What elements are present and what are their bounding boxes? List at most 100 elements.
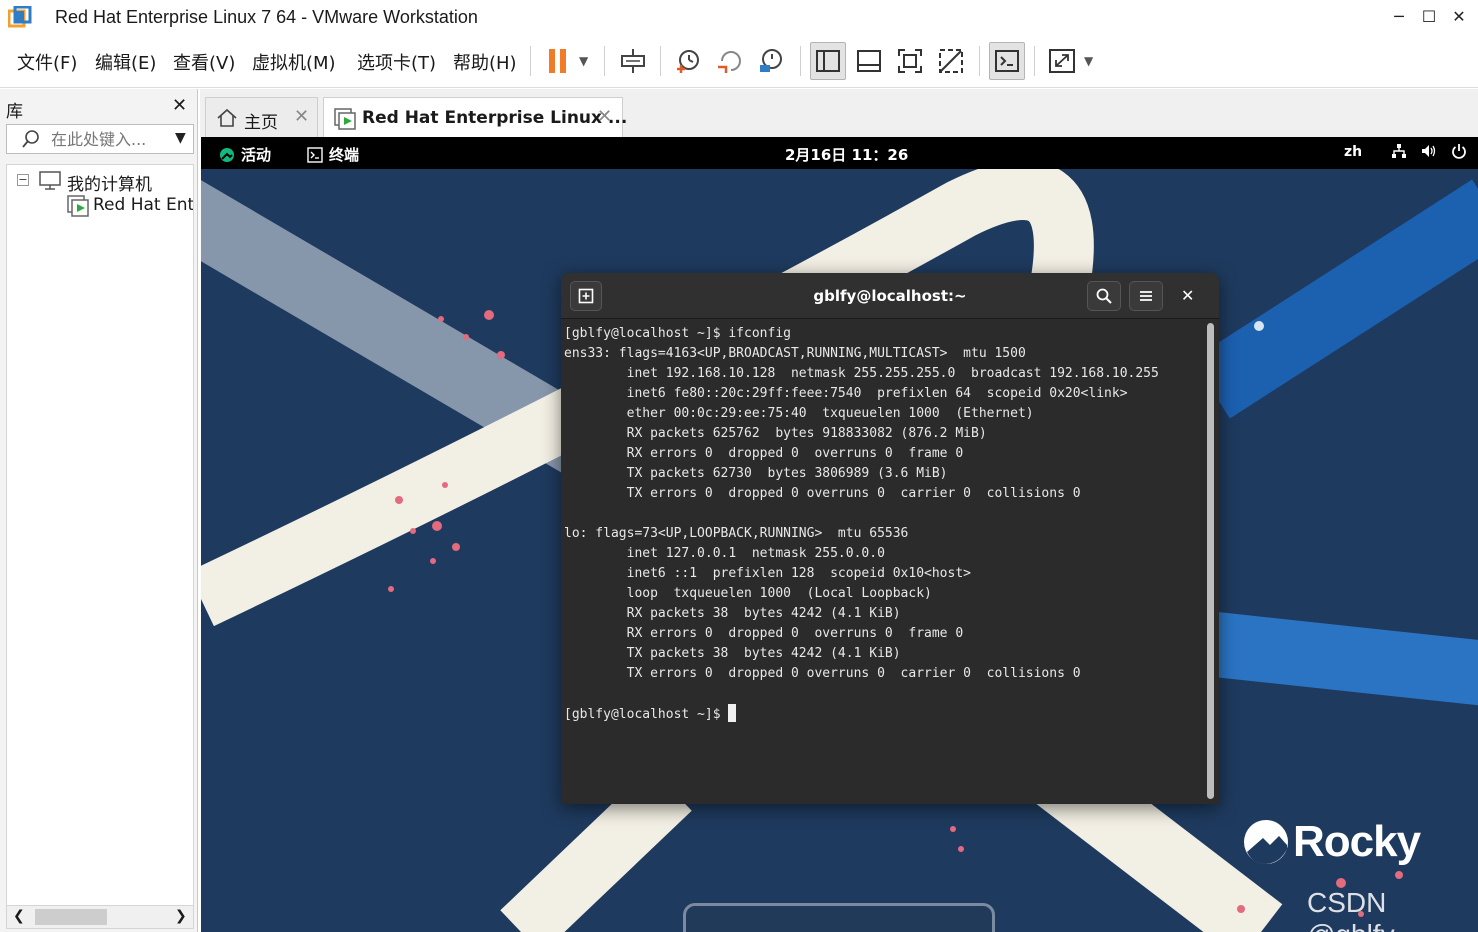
library-view-button[interactable] [810, 42, 846, 80]
toolbar-separator [530, 46, 531, 76]
input-language-indicator[interactable]: zh [1344, 144, 1362, 160]
terminal-window[interactable]: gblfy@localhost:~ ✕ [gblfy@localhost ~]$… [561, 273, 1219, 804]
dash-dock-hint [683, 903, 995, 932]
terminal-line: RX packets 625762 bytes 918833082 (876.2… [564, 426, 987, 441]
computer-icon [39, 171, 61, 190]
menu-tabs[interactable]: 选项卡(T) [357, 49, 436, 75]
terminal-output[interactable]: [gblfy@localhost ~]$ ifconfig ens33: flag… [561, 320, 1205, 804]
close-window-button[interactable]: ✕ [1444, 4, 1474, 30]
library-horizontal-scrollbar[interactable]: ❮ ❯ [6, 905, 194, 929]
search-dropdown-icon[interactable]: ▼ [175, 130, 186, 146]
terminal-prompt-line[interactable]: [gblfy@localhost ~]$ [564, 704, 1205, 725]
tree-collapse-toggle[interactable]: − [17, 174, 29, 186]
terminal-line: TX errors 0 dropped 0 overruns 0 carrier… [564, 666, 1081, 681]
app-menu-terminal[interactable]: 终端 [307, 144, 359, 165]
tab-home[interactable]: 主页 ✕ [205, 97, 318, 137]
csdn-watermark: CSDN @gblfy [1307, 887, 1395, 932]
volume-icon [1422, 145, 1436, 157]
menu-help[interactable]: 帮助(H) [453, 49, 517, 75]
terminal-headerbar[interactable]: gblfy@localhost:~ ✕ [561, 273, 1219, 319]
terminal-line: inet6 fe80::20c:29ff:feee:7540 prefixlen… [564, 386, 1128, 401]
menu-file[interactable]: 文件(F) [17, 49, 77, 75]
menu-vm[interactable]: 虚拟机(M) [252, 49, 336, 75]
tab-vm-close-button[interactable]: ✕ [597, 106, 612, 127]
rocky-logo-icon [1244, 820, 1288, 864]
terminal-close-button[interactable]: ✕ [1181, 286, 1194, 305]
console-view-button[interactable] [989, 42, 1025, 80]
terminal-scrollbar[interactable] [1207, 323, 1214, 799]
guest-display[interactable]: 活动 终端 2月16日 11：26 zh Rocky CSDN gblfy@lo… [201, 137, 1478, 932]
unity-icon [939, 49, 963, 73]
pause-dropdown-icon[interactable]: ▼ [579, 54, 588, 68]
unity-button[interactable] [933, 42, 969, 80]
scroll-left-icon[interactable]: ❮ [13, 908, 25, 924]
terminal-cursor [728, 704, 737, 722]
tab-vm-label: Red Hat Enterprise Linux ... [362, 108, 628, 128]
network-icon [1392, 144, 1406, 158]
window-title: Red Hat Enterprise Linux 7 64 - VMware W… [55, 7, 478, 27]
scroll-right-icon[interactable]: ❯ [175, 908, 187, 924]
minimize-button[interactable]: ─ [1384, 4, 1414, 30]
snapshot-button[interactable] [670, 42, 706, 80]
terminal-line: [gblfy@localhost ~]$ ifconfig [564, 326, 791, 341]
window-titlebar: Red Hat Enterprise Linux 7 64 - VMware W… [0, 0, 1478, 36]
stretch-icon [1049, 49, 1075, 73]
toolbar-separator [979, 46, 980, 76]
rocky-activities-icon [220, 147, 234, 162]
terminal-line: ether 00:0c:29:ee:75:40 txqueuelen 1000 … [564, 406, 1034, 421]
hamburger-menu-icon [1140, 291, 1152, 301]
terminal-line: ens33: flags=4163<UP,BROADCAST,RUNNING,M… [564, 346, 1026, 361]
menu-toolbar: 文件(F) 编辑(E) 查看(V) 虚拟机(M) 选项卡(T) 帮助(H) ▼ … [0, 36, 1478, 88]
library-tree: − 我的计算机 Red Hat Ent [6, 164, 194, 906]
terminal-menu-button[interactable] [1129, 281, 1163, 311]
snapshot-manager-button[interactable] [753, 42, 789, 80]
search-icon [1096, 288, 1112, 304]
library-title: 库 [6, 102, 23, 122]
tree-item-my-computer[interactable]: 我的计算机 [67, 170, 152, 195]
send-ctrl-alt-del-icon [621, 49, 645, 73]
tree-item-vm[interactable]: Red Hat Ent [93, 195, 193, 215]
vm-running-icon [334, 108, 356, 130]
tab-vm[interactable]: Red Hat Enterprise Linux ... ✕ [323, 97, 627, 137]
terminal-line: loop txqueuelen 1000 (Local Loopback) [564, 586, 932, 601]
system-tray[interactable] [1391, 143, 1467, 159]
terminal-line: TX packets 62730 bytes 3806989 (3.6 MiB) [564, 466, 948, 481]
library-view-icon [816, 50, 840, 72]
toolbar-separator [1034, 46, 1035, 76]
stretch-button[interactable] [1044, 42, 1080, 80]
send-ctrl-alt-del-button[interactable] [615, 42, 651, 80]
revert-snapshot-icon [718, 51, 741, 73]
thumbnail-view-icon [857, 50, 881, 72]
scroll-thumb[interactable] [35, 909, 107, 925]
rocky-logo-text: Rocky [1293, 817, 1421, 866]
vm-running-icon [67, 195, 89, 217]
terminal-line: inet 192.168.10.128 netmask 255.255.255.… [564, 366, 1159, 381]
terminal-line: lo: flags=73<UP,LOOPBACK,RUNNING> mtu 65… [564, 526, 909, 541]
fullscreen-button[interactable] [892, 42, 928, 80]
stretch-dropdown-icon[interactable]: ▼ [1084, 54, 1093, 68]
maximize-button[interactable]: ☐ [1414, 4, 1444, 30]
activities-button[interactable]: 活动 [219, 144, 271, 165]
library-search: ▼ [6, 124, 194, 154]
terminal-line: inet 127.0.0.1 netmask 255.0.0.0 [564, 546, 885, 561]
console-view-icon [995, 50, 1019, 72]
library-close-button[interactable]: ✕ [172, 95, 187, 116]
terminal-search-button[interactable] [1087, 281, 1121, 311]
pause-icon [549, 49, 566, 73]
thumbnail-view-button[interactable] [851, 42, 887, 80]
rocky-logo: Rocky [1243, 817, 1421, 867]
library-search-input[interactable] [51, 128, 171, 150]
pause-button[interactable] [540, 42, 576, 80]
tab-home-close-button[interactable]: ✕ [294, 106, 309, 127]
tab-strip: 主页 ✕ Red Hat Enterprise Linux ... ✕ [200, 89, 1478, 137]
search-icon [22, 130, 39, 148]
tab-home-label: 主页 [244, 113, 278, 133]
menu-edit[interactable]: 编辑(E) [95, 49, 156, 75]
toolbar-separator [660, 46, 661, 76]
clock[interactable]: 2月16日 11：26 [785, 144, 908, 165]
menu-view[interactable]: 查看(V) [173, 49, 235, 75]
snapshot-manager-icon [760, 49, 782, 72]
revert-snapshot-button[interactable] [712, 42, 748, 80]
app-menu-label: 终端 [329, 146, 360, 164]
